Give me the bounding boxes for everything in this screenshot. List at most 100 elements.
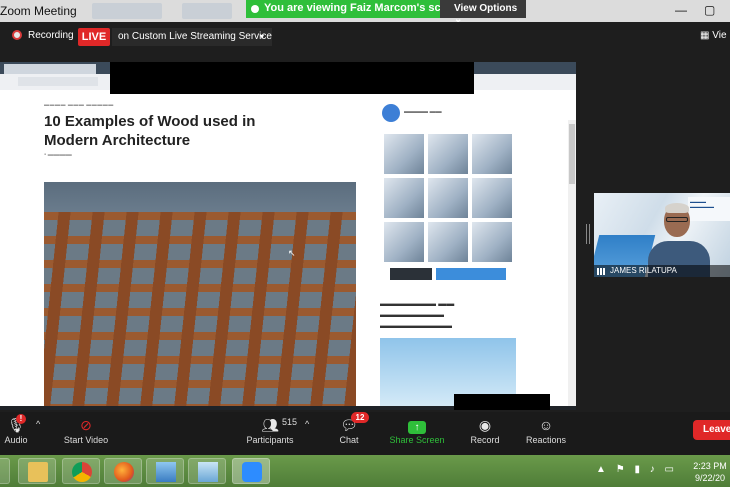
view-options-label: View Options [454, 3, 518, 14]
system-tray: ▲ ⚑ ▮ ♪ ▭ [596, 464, 681, 475]
participant-name: JAMES RILATUPA [610, 266, 677, 275]
thumbnail [384, 178, 424, 218]
maximize-icon[interactable]: ▢ [704, 3, 715, 17]
thumbnail [472, 222, 512, 262]
reactions-button[interactable]: ☺︎ Reactions [522, 412, 570, 445]
thumbnail [428, 134, 468, 174]
leave-button[interactable]: Leave [693, 420, 730, 440]
browser-tab [4, 64, 96, 74]
window-icon [198, 462, 218, 482]
audio-options-caret-icon[interactable]: ^ [36, 419, 40, 429]
title-bar: Zoom Meeting You are viewing Faiz Marcom… [0, 0, 730, 25]
meeting-stage: Recording LIVE on Custom Live Streaming … [0, 22, 730, 412]
record-button[interactable]: ◉ Record [466, 412, 504, 445]
firefox-icon [114, 462, 134, 482]
redaction-block [454, 394, 550, 410]
taskbar-firefox[interactable] [104, 458, 142, 484]
article-meta: ▪ ▬▬▬▬ [44, 152, 72, 158]
participants-caret-icon[interactable]: ^ [305, 419, 309, 429]
article-hero-image: ↖ [44, 182, 356, 410]
article-headline: 10 Examples of Wood used in Modern Archi… [44, 113, 256, 149]
thumbnail [428, 178, 468, 218]
chrome-icon [72, 462, 92, 482]
participant-glasses [666, 217, 688, 222]
recording-label: Recording [28, 30, 74, 41]
web-page: ▬▬▬▬ ▬▬▬ ▬▬▬▬▬ 10 Examples of Wood used … [0, 90, 576, 410]
taskbar-chrome[interactable] [62, 458, 100, 484]
record-icon: ◉ [478, 417, 492, 433]
share-screen-icon: ↑ [386, 415, 448, 435]
caret-down-icon: ▾ [260, 32, 265, 41]
live-badge: LIVE [78, 28, 110, 46]
battery-icon[interactable]: ▭ [665, 464, 674, 475]
recording-indicator[interactable]: Recording [12, 30, 74, 41]
window-title: Zoom Meeting [0, 4, 77, 18]
sidebar-button[interactable] [390, 268, 432, 280]
url-text [18, 77, 98, 86]
folder-icon [28, 462, 48, 482]
smiley-add-icon: ☺︎ [538, 417, 554, 433]
record-icon [12, 30, 22, 40]
video-off-icon: ⊘ [80, 417, 92, 433]
background-tab [182, 3, 232, 19]
start-video-label: Start Video [63, 435, 109, 445]
participants-label: Participants [246, 435, 294, 445]
participant-name-bar: JAMES RILATUPA [594, 265, 730, 277]
thumbnail [384, 134, 424, 174]
participant-hair [665, 203, 689, 213]
profile-name: ▬▬▬▬ ▬▬ [404, 109, 442, 115]
sharing-indicator-icon [251, 5, 259, 13]
os-taskbar: ▲ ⚑ ▮ ♪ ▭ 2:23 PM 9/22/20 [0, 455, 730, 487]
share-screen-button[interactable]: ↑ Share Screen [386, 412, 448, 445]
share-screen-label: Share Screen [389, 435, 445, 445]
thumbnail [472, 134, 512, 174]
splitter-handle[interactable] [586, 224, 590, 244]
close-icon[interactable]: ✕ [556, 406, 563, 410]
shared-screen: ▬▬▬▬ ▬▬▬ ▬▬▬▬▬ 10 Examples of Wood used … [0, 62, 576, 410]
taskbar-app[interactable] [146, 458, 184, 484]
thumbnail [472, 178, 512, 218]
participants-count: 515 [282, 417, 298, 427]
share-banner: You are viewing Faiz Marcom's screen [246, 0, 472, 18]
taskbar-app[interactable] [188, 458, 226, 484]
chat-label: Chat [339, 435, 359, 445]
grid-icon: ▦ [700, 30, 713, 41]
meeting-toolbar: 🎙︎ Audio ! ^ ⊘ Start Video 👥︎ Participan… [0, 412, 730, 450]
window-icon [156, 462, 176, 482]
background-tab [92, 3, 162, 19]
share-banner-text: You are viewing Faiz Marcom's screen [264, 2, 464, 14]
page-scrollbar[interactable] [568, 120, 576, 410]
flag-icon[interactable]: ⚑ [616, 464, 625, 475]
sidebar-button[interactable] [436, 268, 506, 280]
start-video-button[interactable]: ⊘ Start Video [58, 412, 114, 445]
mouse-cursor-icon: ↖ [288, 248, 296, 258]
live-service-label: on Custom Live Streaming Service [118, 31, 272, 42]
system-clock[interactable]: 2:23 PM 9/22/20 [690, 460, 730, 484]
record-label: Record [470, 435, 500, 445]
zoom-icon [242, 462, 262, 482]
brand-logo [382, 104, 400, 122]
taskbar-file-explorer[interactable] [18, 458, 56, 484]
thumbnail [428, 222, 468, 262]
signal-strength-icon [597, 268, 607, 275]
start-button[interactable] [0, 458, 10, 484]
taskbar-zoom[interactable] [232, 458, 270, 484]
network-icon[interactable]: ▮ [634, 464, 640, 475]
participant-video-tile[interactable]: ▬▬▬▬ ▬▬▬▬▬▬ JAMES RILATUPA [594, 193, 730, 277]
view-options-button[interactable]: View Options ⌄ [440, 0, 526, 25]
thumbnail [384, 222, 424, 262]
view-button-label: Vie [712, 30, 727, 41]
minimize-icon[interactable]: — [675, 3, 687, 17]
tray-up-icon[interactable]: ▲ [596, 464, 606, 475]
clock-time: 2:23 PM [693, 461, 727, 471]
zoom-window: Zoom Meeting You are viewing Faiz Marcom… [0, 0, 730, 487]
clock-date: 9/22/20 [694, 473, 726, 483]
scrollbar-thumb[interactable] [569, 124, 575, 184]
live-service-dropdown[interactable]: on Custom Live Streaming Service ▾ [112, 28, 272, 46]
chat-unread-badge: 12 [351, 412, 369, 423]
wood-facade [44, 212, 356, 410]
sidebar-article-title: ▬▬▬▬▬▬▬ ▬▬ ▬▬▬▬▬▬▬▬ ▬▬▬▬▬▬▬▬▬ [380, 299, 455, 330]
audio-label: Audio [4, 435, 28, 445]
view-button[interactable]: ▦ Vie [700, 30, 727, 41]
volume-icon[interactable]: ♪ [650, 464, 655, 475]
